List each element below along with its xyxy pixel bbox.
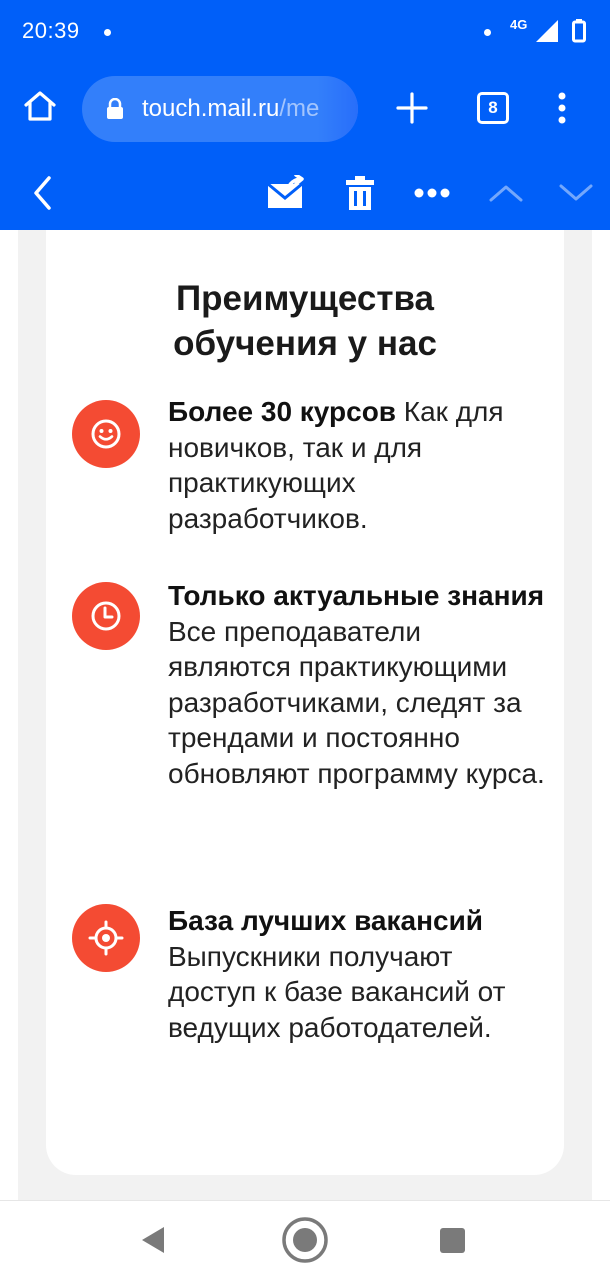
nav-home-icon[interactable] bbox=[281, 1216, 329, 1264]
lock-icon bbox=[107, 98, 123, 119]
status-bar: 20:39 4G bbox=[0, 0, 610, 62]
move-to-folder-icon[interactable] bbox=[262, 156, 310, 230]
smile-icon bbox=[72, 400, 140, 468]
back-icon[interactable] bbox=[22, 156, 62, 230]
frame-border bbox=[0, 230, 18, 1200]
nav-back-icon[interactable] bbox=[140, 1225, 166, 1255]
signal-icon bbox=[536, 20, 558, 42]
feature-text: Только актуальные знания Все преподавате… bbox=[168, 578, 548, 791]
more-icon[interactable] bbox=[412, 156, 452, 230]
target-icon bbox=[72, 904, 140, 972]
system-nav-bar bbox=[0, 1200, 610, 1280]
browser-toolbar: touch.mail.ru/me 8 bbox=[0, 62, 610, 156]
new-tab-icon[interactable] bbox=[394, 90, 430, 126]
overflow-menu-icon[interactable] bbox=[552, 90, 572, 126]
card-title: Преимущества обучения у нас bbox=[46, 276, 564, 366]
feature-text: Более 30 курсов Как для новичков, так и … bbox=[168, 394, 548, 536]
feature-heading: База лучших вакансий bbox=[168, 905, 483, 936]
battery-icon bbox=[572, 19, 586, 43]
frame-border bbox=[592, 230, 610, 1200]
previous-icon[interactable] bbox=[486, 156, 526, 230]
url-text: touch.mail.ru/me bbox=[142, 95, 319, 123]
url-host: touch.mail.ru bbox=[142, 95, 280, 122]
card-title-line: обучения у нас bbox=[173, 324, 437, 363]
status-time: 20:39 bbox=[22, 18, 80, 43]
email-body: Преимущества обучения у нас Более 30 кур… bbox=[0, 230, 610, 1200]
feature-description: Все преподаватели являются практикующими… bbox=[168, 615, 545, 789]
address-bar[interactable]: touch.mail.ru/me bbox=[82, 76, 358, 142]
card-title-line: Преимущества bbox=[175, 279, 435, 318]
next-icon[interactable] bbox=[556, 156, 596, 230]
nav-recents-icon[interactable] bbox=[440, 1228, 465, 1253]
benefits-card: Преимущества обучения у нас Более 30 кур… bbox=[46, 230, 564, 1175]
feature-heading: Более 30 курсов bbox=[168, 396, 397, 427]
notification-dot-icon bbox=[104, 29, 111, 36]
feature-text: База лучших вакансий Выпускники получают… bbox=[168, 903, 548, 1045]
feature-description: Выпускники получают доступ к базе ваканс… bbox=[168, 940, 506, 1043]
url-path: /me bbox=[279, 95, 320, 122]
network-type: 4G bbox=[510, 17, 528, 32]
indicator-dot-icon bbox=[484, 29, 491, 36]
tab-switcher-button[interactable]: 8 bbox=[477, 92, 509, 124]
home-icon[interactable] bbox=[22, 88, 58, 124]
feature-heading: Только актуальные знания bbox=[168, 580, 545, 611]
mail-toolbar bbox=[0, 156, 610, 230]
clock-icon bbox=[72, 582, 140, 650]
trash-icon[interactable] bbox=[340, 156, 380, 230]
